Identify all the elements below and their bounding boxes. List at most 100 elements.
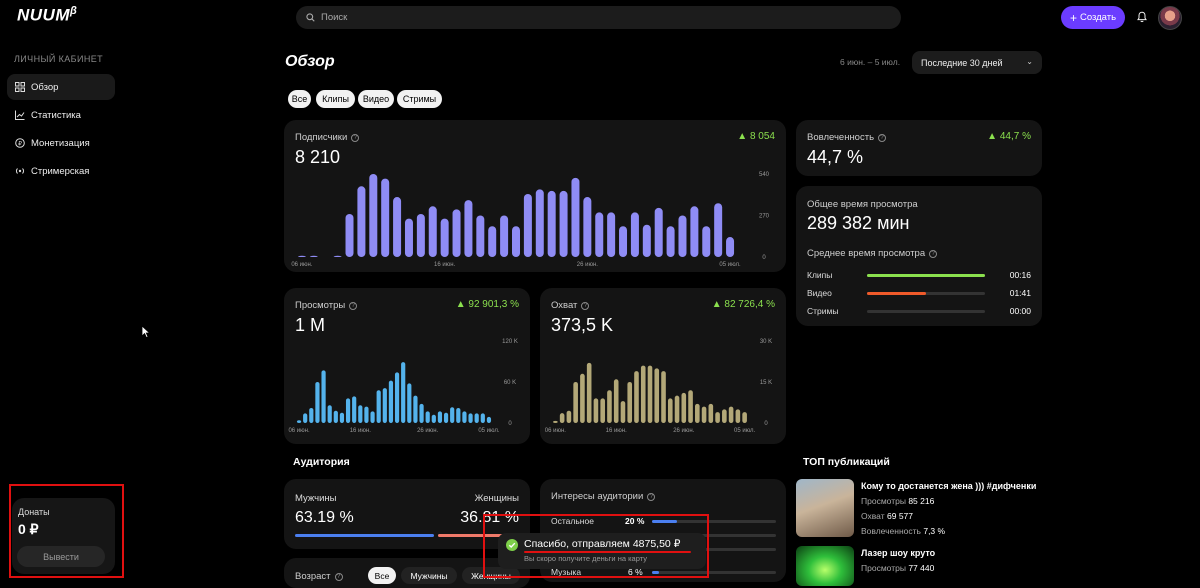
chart-bar[interactable]: [627, 382, 633, 423]
chart-bar[interactable]: [573, 382, 578, 423]
chart-bar[interactable]: [476, 215, 485, 258]
chart-bar[interactable]: [419, 403, 424, 423]
chart-bar[interactable]: [654, 207, 663, 257]
sidebar-item-streamer[interactable]: Стримерская: [7, 158, 115, 184]
chart-bar[interactable]: [464, 200, 473, 257]
chart-bar[interactable]: [358, 405, 363, 423]
chart-bar[interactable]: [726, 237, 735, 257]
info-icon[interactable]: ?: [647, 492, 656, 501]
chart-bar[interactable]: [407, 383, 412, 423]
filter-clips[interactable]: Клипы: [316, 90, 355, 108]
chart-bar[interactable]: [583, 197, 592, 257]
chart-bar[interactable]: [666, 226, 675, 257]
chart-bar[interactable]: [452, 209, 461, 257]
period-select[interactable]: Последние 30 дней ⌄: [912, 51, 1042, 74]
chart-bar[interactable]: [450, 407, 455, 423]
chart-bar[interactable]: [688, 390, 693, 423]
chart-bar[interactable]: [654, 368, 660, 423]
chart-bar[interactable]: [742, 412, 747, 423]
chart-bar[interactable]: [327, 405, 332, 423]
chart-bar[interactable]: [382, 388, 387, 423]
chart-bar[interactable]: [571, 177, 580, 257]
search-input[interactable]: Поиск: [296, 6, 901, 29]
chart-bar[interactable]: [640, 365, 646, 423]
chart-bar[interactable]: [701, 406, 707, 423]
chart-bar[interactable]: [620, 401, 626, 423]
chart-bar[interactable]: [370, 411, 375, 423]
chart-bar[interactable]: [381, 178, 390, 257]
chart-bar[interactable]: [296, 420, 302, 423]
create-button[interactable]: + Создать: [1061, 6, 1125, 29]
info-icon[interactable]: ?: [349, 301, 358, 310]
chart-bar[interactable]: [735, 409, 741, 423]
age-tab-all[interactable]: Все: [368, 567, 396, 584]
chart-bar[interactable]: [695, 403, 700, 423]
chart-bar[interactable]: [586, 362, 592, 423]
sidebar-item-statistics[interactable]: Статистика: [7, 102, 115, 128]
chart-bar[interactable]: [428, 206, 437, 257]
chart-bar[interactable]: [681, 392, 687, 423]
chart-bar[interactable]: [443, 412, 449, 423]
chart-bar[interactable]: [425, 411, 430, 423]
chart-bar[interactable]: [357, 186, 366, 257]
chart-bar[interactable]: [690, 206, 699, 257]
chart-bar[interactable]: [647, 365, 653, 423]
chart-bar[interactable]: [333, 255, 342, 257]
chart-bar[interactable]: [642, 224, 651, 257]
filter-streams[interactable]: Стримы: [397, 90, 442, 108]
info-icon[interactable]: ?: [351, 133, 360, 142]
chart-bar[interactable]: [619, 226, 628, 257]
chart-bar[interactable]: [394, 372, 400, 423]
chart-bar[interactable]: [345, 398, 351, 423]
chart-bar[interactable]: [630, 212, 639, 257]
chart-bar[interactable]: [523, 193, 532, 257]
chart-bar[interactable]: [722, 409, 727, 423]
chart-bar[interactable]: [714, 203, 723, 257]
chart-bar[interactable]: [488, 226, 497, 257]
chart-bar[interactable]: [440, 218, 449, 257]
chart-bar[interactable]: [600, 398, 605, 423]
bell-icon[interactable]: [1136, 11, 1148, 23]
chart-bar[interactable]: [413, 395, 418, 423]
chart-bar[interactable]: [500, 215, 509, 258]
chart-bar[interactable]: [416, 213, 425, 257]
chart-bar[interactable]: [566, 410, 572, 423]
chart-bar[interactable]: [309, 255, 318, 257]
publication-thumbnail[interactable]: [796, 546, 854, 586]
chart-bar[interactable]: [321, 370, 326, 423]
chart-bar[interactable]: [480, 413, 485, 423]
chart-bar[interactable]: [486, 416, 492, 423]
chart-bar[interactable]: [369, 174, 378, 257]
chart-bar[interactable]: [456, 407, 461, 423]
chart-bar[interactable]: [333, 410, 338, 423]
app-logo[interactable]: NUUMβ: [17, 5, 77, 26]
chart-bar[interactable]: [708, 403, 714, 423]
chart-bar[interactable]: [393, 197, 402, 257]
chart-bar[interactable]: [678, 215, 687, 258]
chart-bar[interactable]: [474, 413, 479, 423]
chart-bar[interactable]: [309, 407, 314, 423]
chart-bar[interactable]: [607, 390, 612, 423]
chart-bar[interactable]: [297, 255, 306, 257]
chart-bar[interactable]: [468, 413, 473, 423]
chart-bar[interactable]: [345, 213, 354, 257]
chart-bar[interactable]: [674, 395, 680, 423]
chart-bar[interactable]: [580, 373, 585, 423]
chart-bar[interactable]: [634, 371, 639, 423]
chart-bar[interactable]: [404, 218, 413, 257]
chart-bar[interactable]: [595, 212, 604, 257]
chart-bar[interactable]: [559, 413, 565, 423]
chart-bar[interactable]: [462, 411, 467, 423]
chart-bar[interactable]: [559, 190, 568, 257]
info-icon[interactable]: ?: [878, 133, 887, 142]
sidebar-item-overview[interactable]: Обзор: [7, 74, 115, 100]
chart-bar[interactable]: [667, 398, 673, 423]
filter-all[interactable]: Все: [288, 90, 311, 108]
chart-bar[interactable]: [401, 362, 406, 423]
chart-bar[interactable]: [431, 414, 436, 423]
chart-bar[interactable]: [607, 212, 616, 257]
info-icon[interactable]: ?: [929, 249, 938, 258]
publication-title[interactable]: Лазер шоу круто: [861, 548, 935, 558]
chart-bar[interactable]: [376, 390, 381, 423]
chart-bar[interactable]: [661, 371, 666, 423]
